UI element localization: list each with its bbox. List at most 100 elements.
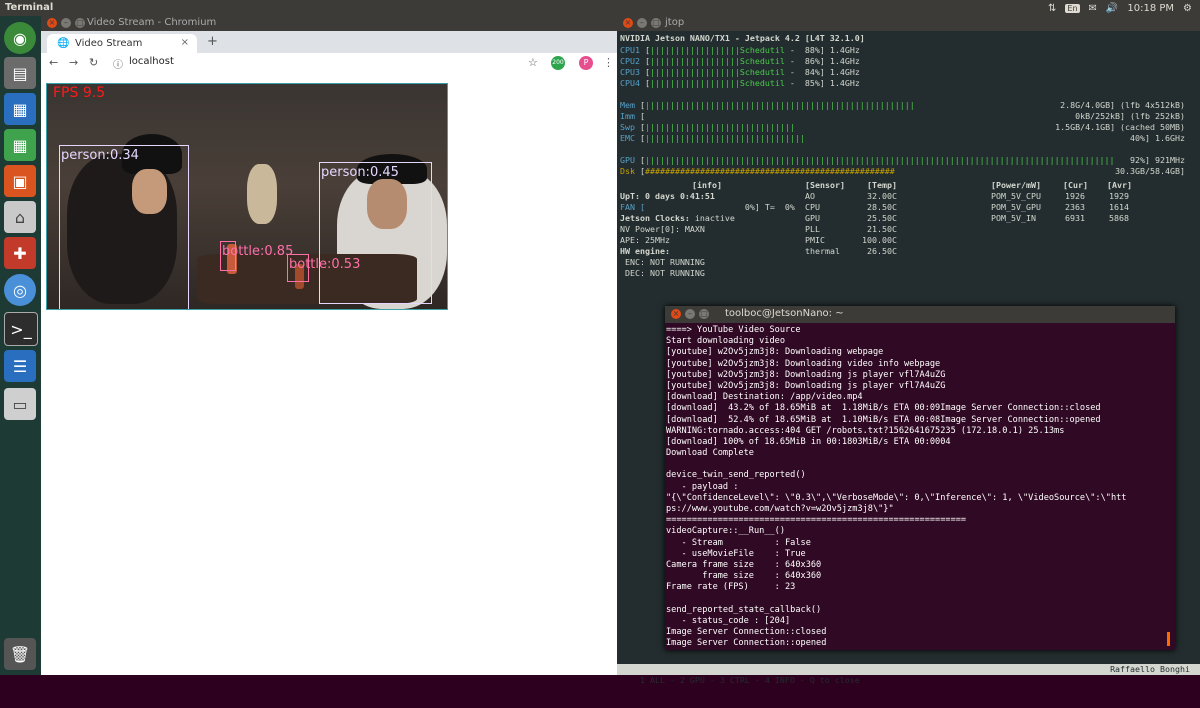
settings-icon[interactable]: ✚ bbox=[4, 237, 36, 269]
scene-background-person bbox=[247, 164, 277, 224]
sensor-temp: 28.50C bbox=[867, 202, 897, 212]
cpu-row: CPU4 [||||||||||||||||||Schedutil - 85%]… bbox=[620, 78, 860, 88]
minimize-window-button[interactable]: – bbox=[61, 18, 71, 28]
globe-icon: 🌐 bbox=[57, 38, 70, 49]
swp-row: Swp [|||||||||||||||||||||||||||||| 1.5GB… bbox=[620, 122, 1185, 132]
text-editor-icon[interactable]: ☰ bbox=[4, 350, 36, 382]
reload-icon[interactable]: ↻ bbox=[89, 56, 98, 69]
power-name: POM_5V_CPU bbox=[991, 191, 1041, 201]
terminal-line: - payload : bbox=[666, 481, 739, 492]
keyboard-layout-indicator[interactable]: En bbox=[1065, 3, 1080, 13]
terminal-output[interactable]: ====> YouTube Video Source Start download… bbox=[665, 325, 1175, 650]
ubuntu-dash-icon[interactable]: ◉ bbox=[4, 22, 36, 54]
trash-icon[interactable]: 🗑 bbox=[4, 638, 36, 670]
profile-avatar[interactable]: P bbox=[579, 56, 593, 70]
jtop-statusbar: 1 ALL - 2 GPU - 3 CTRL - 4 INFO - Q to c… bbox=[617, 664, 1200, 685]
close-window-button[interactable]: × bbox=[623, 18, 633, 28]
terminal-line: Start downloading video bbox=[666, 336, 785, 347]
drive-icon[interactable]: ▭ bbox=[4, 388, 36, 420]
jtop-nav-hint[interactable]: 1 ALL - 2 GPU - 3 CTRL - 4 INFO - Q to c… bbox=[637, 675, 860, 685]
terminal-line: Download Complete bbox=[666, 448, 754, 459]
terminal-line: [download] Destination: /app/video.mp4 bbox=[666, 392, 863, 403]
forward-icon[interactable]: → bbox=[69, 56, 78, 69]
software-center-icon[interactable]: ⌂ bbox=[4, 201, 36, 233]
new-tab-button[interactable]: + bbox=[207, 34, 218, 49]
volume-icon[interactable]: 🔊 bbox=[1106, 3, 1118, 14]
terminal-line: - useMovieFile : True bbox=[666, 548, 806, 559]
tab-video-stream[interactable]: 🌐 Video Stream × bbox=[47, 34, 197, 53]
sensor-temp: 100.00C bbox=[862, 235, 897, 245]
terminal-line: ====> YouTube Video Source bbox=[666, 325, 801, 335]
power-cur: 6931 bbox=[1065, 213, 1085, 223]
terminal-line: [download] 100% of 18.65MiB in 00:1803Mi… bbox=[666, 436, 951, 447]
sensor-temp: 21.50C bbox=[867, 224, 897, 234]
terminal-line: Frame rate (FPS) : 23 bbox=[666, 582, 796, 593]
terminal-line: Image Server Connection::closed bbox=[666, 627, 827, 638]
chromium-window: × – □ Video Stream - Chromium 🌐 Video St… bbox=[41, 16, 617, 675]
sensor-name: PMIC bbox=[805, 235, 825, 245]
hw-engine: HW engine: bbox=[620, 246, 670, 256]
uptime: UpT: 0 days 0:41:51 bbox=[620, 191, 715, 201]
detection-label: person:0.45 bbox=[321, 165, 399, 180]
info-icon[interactable]: ⓘ bbox=[113, 56, 123, 71]
terminal-icon[interactable]: >_ bbox=[4, 312, 38, 346]
impress-icon[interactable]: ▣ bbox=[4, 165, 36, 197]
mail-icon[interactable]: ✉ bbox=[1089, 3, 1097, 14]
enc-status: ENC: NOT RUNNING bbox=[620, 257, 705, 267]
top-panel: Terminal ⇅ En ✉ 🔊 10:18 PM ⚙ bbox=[0, 0, 1200, 16]
sensor-temp: 32.00C bbox=[867, 191, 897, 201]
close-window-button[interactable]: × bbox=[47, 18, 57, 28]
dsk-row: Dsk [###################################… bbox=[620, 166, 1185, 176]
sensor-name: PLL bbox=[805, 224, 820, 234]
gpu-row: GPU [|||||||||||||||||||||||||||||||||||… bbox=[620, 155, 1185, 165]
close-tab-icon[interactable]: × bbox=[181, 37, 189, 48]
terminal-line: - Stream : False bbox=[666, 537, 811, 548]
terminal-line: videoCapture::__Run__() bbox=[666, 526, 785, 537]
maximize-window-button[interactable]: □ bbox=[75, 18, 85, 28]
cpu-row: CPU3 [||||||||||||||||||Schedutil - 84%]… bbox=[620, 67, 860, 77]
bookmark-star-icon[interactable]: ☆ bbox=[528, 56, 538, 69]
dec-status: DEC: NOT RUNNING bbox=[620, 268, 705, 278]
sensor-name: thermal bbox=[805, 246, 840, 256]
files-icon[interactable]: ▤ bbox=[4, 57, 36, 89]
terminal-line: WARNING:tornado.access:404 GET /robots.t… bbox=[666, 425, 1065, 436]
jtop-window-title: jtop bbox=[665, 17, 685, 28]
terminal-line: frame size : 640x360 bbox=[666, 571, 822, 582]
sensor-temp: 26.50C bbox=[867, 246, 897, 256]
minimize-window-button[interactable]: – bbox=[685, 309, 695, 319]
back-icon[interactable]: ← bbox=[49, 56, 58, 69]
network-icon[interactable]: ⇅ bbox=[1048, 3, 1056, 14]
browser-toolbar: ← → ↻ ⓘ localhost ☆ 200 P ⋮ bbox=[41, 53, 617, 75]
emc-row: EMC [|||||||||||||||||||||||||||||||| 40%… bbox=[620, 133, 1185, 143]
fps-label: FPS 9.5 bbox=[53, 85, 106, 101]
video-stream: FPS 9.5 person:0.34 person:0.45 bottle:0… bbox=[46, 83, 448, 310]
terminal-line: send_reported_state_callback() bbox=[666, 604, 822, 615]
terminal-cursor bbox=[1167, 632, 1170, 646]
extension-badge[interactable]: 200 bbox=[551, 56, 565, 70]
maximize-window-button[interactable]: □ bbox=[651, 18, 661, 28]
calc-icon[interactable]: ▦ bbox=[4, 129, 36, 161]
detection-label: bottle:0.53 bbox=[289, 257, 361, 272]
temp-header: [Temp] bbox=[867, 180, 897, 190]
writer-icon[interactable]: ▦ bbox=[4, 93, 36, 125]
jetson-clocks: Jetson Clocks: inactive bbox=[620, 213, 735, 223]
close-window-button[interactable]: × bbox=[671, 309, 681, 319]
ape: APE: 25MHz bbox=[620, 235, 670, 245]
jtop-titlebar: × – □ jtop bbox=[617, 16, 1200, 31]
launcher: ◉ ▤ ▦ ▦ ▣ ⌂ ✚ ◎ >_ ☰ ▭ 🗑 bbox=[0, 16, 41, 675]
power-icon[interactable]: ⚙ bbox=[1183, 3, 1192, 14]
minimize-window-button[interactable]: – bbox=[637, 18, 647, 28]
power-avr: 5868 bbox=[1109, 213, 1129, 223]
detection-box-person-1: person:0.34 bbox=[59, 145, 189, 309]
menu-icon[interactable]: ⋮ bbox=[603, 56, 614, 69]
maximize-window-button[interactable]: □ bbox=[699, 309, 709, 319]
system-tray: ⇅ En ✉ 🔊 10:18 PM ⚙ bbox=[1048, 0, 1200, 16]
power-avr: 1614 bbox=[1109, 202, 1129, 212]
clock[interactable]: 10:18 PM bbox=[1127, 3, 1174, 14]
sensor-name: GPU bbox=[805, 213, 820, 223]
info-header: [info] bbox=[692, 180, 722, 190]
terminal-window-title: toolboc@JetsonNano: ~ bbox=[725, 308, 844, 319]
address-bar[interactable]: localhost bbox=[129, 56, 174, 67]
chromium-icon[interactable]: ◎ bbox=[4, 274, 36, 306]
